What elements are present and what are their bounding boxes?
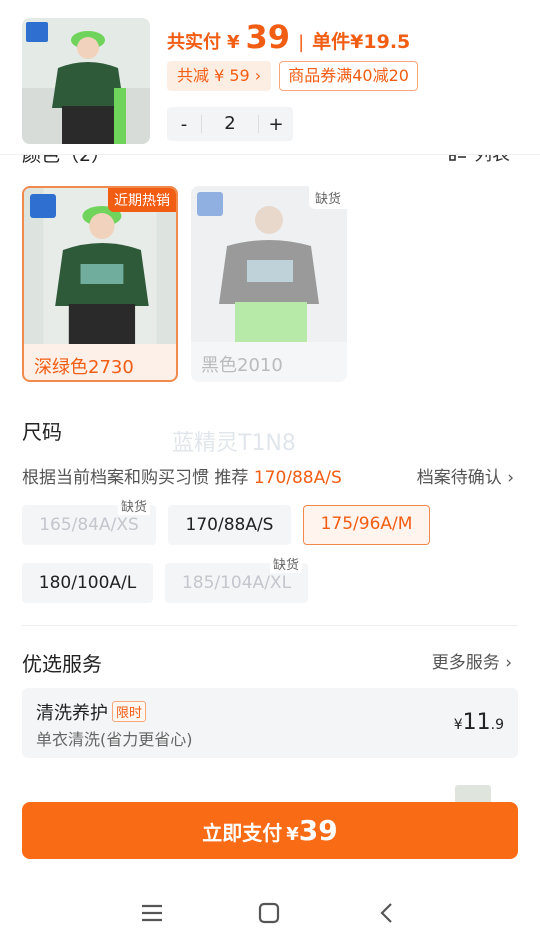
order-header: 共实付 ¥ 39 | 单件 ¥19.5 共减 ¥ 59 › 商品券满40减20 … xyxy=(0,0,540,155)
pay-now-label: 立即支付 xyxy=(202,821,283,845)
pay-currency: ¥ xyxy=(286,824,299,845)
limited-time-tag: 限时 xyxy=(112,701,147,722)
section-divider xyxy=(22,625,518,626)
service-title-row: 清洗养护 限时 xyxy=(36,699,147,725)
service-price-dec: .9 xyxy=(490,717,504,733)
color-option-black[interactable]: 缺货 黑色2010 xyxy=(191,186,347,382)
coupon-tag: 商品券满40减20 xyxy=(279,61,418,91)
currency-symbol: ¥ xyxy=(227,32,240,53)
more-services-link[interactable]: 更多服务 › xyxy=(432,648,512,673)
size-chip-s[interactable]: 170/88A/S xyxy=(168,505,291,545)
out-of-stock-badge: 缺货 xyxy=(118,496,151,515)
out-of-stock-badge: 缺货 xyxy=(308,186,347,209)
total-price-line: 共实付 ¥ 39 | 单件 ¥19.5 xyxy=(167,18,410,58)
product-thumbnail xyxy=(22,18,150,144)
color-option-dark-green[interactable]: 近期热销 深绿色2730 xyxy=(22,186,178,382)
increase-button[interactable]: + xyxy=(259,114,293,135)
cleaning-service-option[interactable]: 清洗养护 限时 单衣清洗(省力更省心) ¥11.9 xyxy=(22,688,518,758)
menu-icon[interactable] xyxy=(137,898,167,928)
service-price: ¥11.9 xyxy=(454,710,504,735)
size-chip-l[interactable]: 180/100A/L xyxy=(22,563,153,603)
service-description: 单衣清洗(省力更省心) xyxy=(36,730,193,749)
hot-sale-badge: 近期热销 xyxy=(108,188,176,212)
unit-price: ¥19.5 xyxy=(350,31,411,53)
decrease-button[interactable]: - xyxy=(167,114,201,135)
back-chevron-icon[interactable] xyxy=(372,898,402,928)
home-square-icon[interactable] xyxy=(254,898,284,928)
quantity-value[interactable]: 2 xyxy=(201,115,259,133)
system-nav-bar xyxy=(0,880,540,944)
brand-logo xyxy=(30,194,56,218)
service-section-title: 优选服务 xyxy=(22,652,102,676)
unit-label: 单件 xyxy=(312,31,351,53)
color-option-label: 黑色2010 xyxy=(201,355,283,376)
recommended-size: 170/88A/S xyxy=(253,468,342,488)
total-price: 39 xyxy=(245,18,291,56)
brand-logo xyxy=(197,192,223,216)
recommendation-text: 根据当前档案和购买习惯 推荐 xyxy=(22,468,254,488)
size-chip-m[interactable]: 175/96A/M xyxy=(303,505,430,545)
quantity-stepper: - 2 + xyxy=(167,107,293,141)
out-of-stock-badge: 缺货 xyxy=(270,554,303,573)
pay-amount: 39 xyxy=(298,814,338,847)
profile-confirm-link[interactable]: 档案待确认 › xyxy=(417,463,514,488)
size-section-title: 尺码 xyxy=(22,420,62,444)
discount-tags: 共减 ¥ 59 › 商品券满40减20 xyxy=(167,61,418,91)
total-label: 共实付 xyxy=(167,32,221,53)
pay-now-button[interactable]: 立即支付 ¥ 39 xyxy=(22,802,518,859)
color-option-label: 深绿色2730 xyxy=(34,357,134,378)
watermark: 蓝精灵T1N8 xyxy=(172,431,296,456)
service-title: 清洗养护 xyxy=(36,703,108,724)
service-price-int: 11 xyxy=(462,710,491,735)
discount-detail-tag[interactable]: 共减 ¥ 59 › xyxy=(167,61,272,91)
service-price-currency: ¥ xyxy=(453,717,463,733)
price-separator: | xyxy=(298,32,305,53)
size-recommendation: 根据当前档案和购买习惯 推荐 170/88A/S 档案待确认 › xyxy=(22,463,518,488)
